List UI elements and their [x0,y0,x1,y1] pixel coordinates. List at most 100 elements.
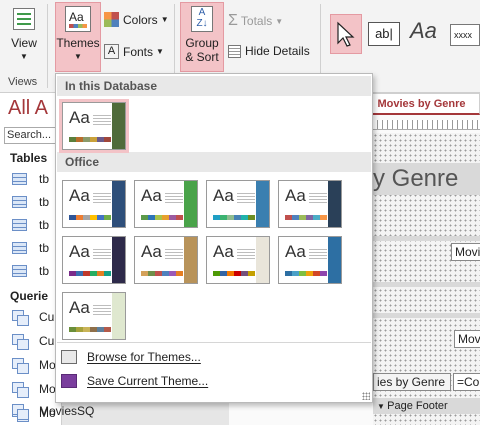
table-item-label: tb [39,195,50,209]
theme-thumbnail-office-1[interactable]: Aa [62,180,126,228]
theme-sample-text: Aa [69,186,90,205]
theme-color-swatch [176,271,183,276]
color-palette-icon [104,12,119,27]
save-icon [61,374,77,388]
theme-color-swatch [69,215,76,220]
theme-color-swatch [313,215,320,220]
group-sort-button[interactable]: A Z↓ Group & Sort [180,2,224,72]
theme-thumbnail-office-3[interactable]: Aa [206,180,270,228]
theme-thumbnail-office-9[interactable]: Aa [62,292,126,340]
theme-accent-bar [112,103,125,149]
query-item[interactable]: Mo [12,358,56,374]
theme-color-swatch [148,271,155,276]
totals-label: Totals [240,14,273,28]
field-control[interactable]: Movi [454,330,480,348]
nav-search-input[interactable]: Search... [4,127,61,144]
tab-movies-by-genre[interactable]: Movies by Genre [363,93,480,115]
queries-header[interactable]: Querie [10,289,48,303]
theme-color-swatch [97,137,104,142]
hide-details-button[interactable]: Hide Details [228,44,310,58]
theme-sample-lines [93,249,111,259]
report-title-box[interactable]: y Genre [373,163,480,195]
theme-color-swatch [248,215,255,220]
section-band [373,313,480,318]
hide-details-icon [228,44,241,58]
select-pointer-button[interactable] [330,14,362,54]
query-item[interactable]: Cu [12,334,54,350]
fonts-label: Fonts [123,44,154,59]
theme-color-swatch [241,271,248,276]
view-button[interactable]: View ▼ [5,4,43,64]
table-icon [12,196,27,208]
query-item[interactable]: Cu [12,310,54,326]
nav-title[interactable]: All A [8,97,48,120]
theme-color-swatch [213,271,220,276]
hide-details-label: Hide Details [245,44,310,58]
query-item-label: Mo [39,382,56,396]
browse-themes-item[interactable]: Browse for Themes... [61,350,201,364]
theme-thumbnail-office-7[interactable]: Aa [206,236,270,284]
theme-color-swatch [285,215,292,220]
section-band [373,282,480,287]
browse-themes-label: Browse for Themes... [87,350,201,364]
theme-thumbnail-office-6[interactable]: Aa [134,236,198,284]
query-item-label: MoviesSQ [39,404,95,418]
section-in-this-database: In this Database [57,76,371,96]
theme-color-swatch [83,327,90,332]
page-footer-band[interactable]: ▼ Page Footer [373,398,480,414]
table-icon [12,265,27,277]
footer-expression-control[interactable]: =Co [453,373,480,391]
text-box-control[interactable]: ab| [368,22,400,46]
theme-color-swatch [234,215,241,220]
theme-thumbnail-office-8[interactable]: Aa [278,236,342,284]
divider [57,342,371,343]
theme-color-swatch [141,271,148,276]
theme-sample-lines [237,193,255,203]
table-item[interactable]: tb [12,172,49,186]
theme-sample-lines [165,249,183,259]
table-item-label: tb [39,264,50,278]
theme-accent-bar [256,181,269,227]
theme-sample-lines [237,249,255,259]
theme-color-swatch [97,215,104,220]
theme-color-swatch [97,327,104,332]
theme-color-swatch [90,137,97,142]
group-sort-label-1: Group [185,36,219,50]
query-item[interactable]: Mo [12,382,56,398]
button-control[interactable]: xxxx [450,24,480,46]
theme-color-swatch [320,215,327,220]
theme-color-swatch [83,271,90,276]
theme-color-swatch [227,271,234,276]
font-icon: A [104,44,119,59]
theme-color-swatch [90,215,97,220]
theme-color-swatch [248,271,255,276]
theme-sample-text: Aa [69,298,90,317]
tables-header[interactable]: Tables [10,151,47,165]
label-control[interactable]: Aa [410,18,437,44]
theme-accent-bar [184,237,197,283]
totals-button[interactable]: Σ Totals ▼ [228,12,283,30]
theme-thumbnail-office-4[interactable]: Aa [278,180,342,228]
theme-thumbnail-office-2[interactable]: Aa [134,180,198,228]
table-item[interactable]: tb [12,264,49,278]
theme-sample-text: Aa [213,186,234,205]
theme-accent-bar [256,237,269,283]
theme-color-swatch [104,215,111,220]
fonts-button[interactable]: A Fonts ▼ [104,44,164,59]
table-item[interactable]: tb [12,195,49,209]
colors-button[interactable]: Colors ▼ [104,12,169,27]
footer-label-control[interactable]: ies by Genre [373,373,451,391]
save-theme-item[interactable]: Save Current Theme... [61,374,208,388]
theme-sample-text: Aa [69,108,90,127]
query-item[interactable]: MoviesSQ [12,404,95,420]
theme-color-swatch [69,327,76,332]
theme-color-swatch [169,215,176,220]
themes-button[interactable]: Aa Themes ▼ [55,2,101,72]
triangle-down-icon: ▼ [377,402,388,411]
field-control[interactable]: Movi [451,243,480,261]
theme-thumbnail-office-5[interactable]: Aa [62,236,126,284]
table-item[interactable]: tb [12,218,49,232]
resize-grip[interactable] [362,392,370,400]
theme-thumbnail-current[interactable]: Aa [59,99,129,153]
table-item[interactable]: tb [12,241,49,255]
